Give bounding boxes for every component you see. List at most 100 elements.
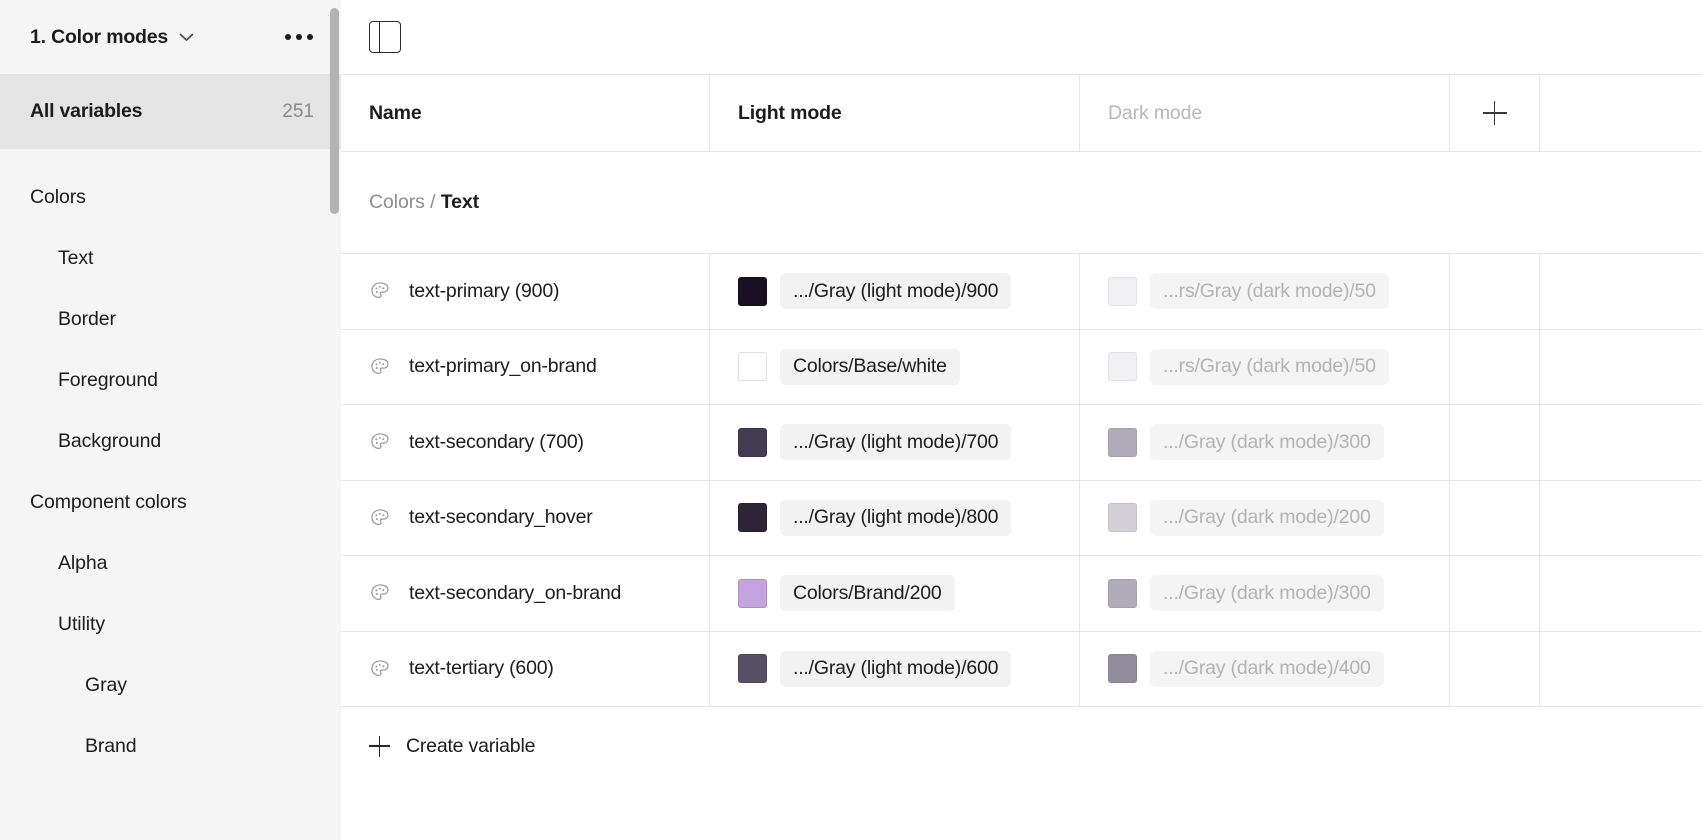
sidebar-scrollbar[interactable] bbox=[328, 8, 341, 832]
cell-variable-name[interactable]: text-primary (900) bbox=[341, 254, 710, 329]
sidebar-group-list: Colors Text Border Foreground Background… bbox=[0, 149, 341, 840]
plus-icon bbox=[1482, 101, 1507, 125]
sidebar-item-brand[interactable]: Brand bbox=[0, 716, 341, 777]
column-header-filler bbox=[1540, 75, 1702, 151]
variables-table-panel: Name Light mode Dark mode Colors / Text … bbox=[341, 0, 1702, 840]
sidebar-item-label: Text bbox=[58, 247, 94, 269]
table-header-row: Name Light mode Dark mode bbox=[341, 74, 1702, 152]
sidebar-header: 1. Color modes bbox=[0, 0, 341, 74]
chevron-down-icon[interactable] bbox=[179, 32, 194, 42]
variables-table: Name Light mode Dark mode Colors / Text … bbox=[341, 74, 1702, 840]
group-breadcrumb-row: Colors / Text bbox=[341, 152, 1702, 254]
cell-filler bbox=[1540, 405, 1702, 480]
sidebar-item-gray[interactable]: Gray bbox=[0, 655, 341, 716]
color-swatch bbox=[1108, 427, 1137, 457]
sidebar-item-text[interactable]: Text bbox=[0, 228, 341, 289]
value-alias-pill[interactable]: .../Gray (dark mode)/300 bbox=[1150, 424, 1384, 461]
value-alias-pill[interactable]: ...rs/Gray (dark mode)/50 bbox=[1150, 273, 1389, 310]
cell-variable-name[interactable]: text-primary_on-brand bbox=[341, 329, 710, 404]
sidebar-item-utility[interactable]: Utility bbox=[0, 594, 341, 655]
cell-light-mode-value[interactable]: .../Gray (light mode)/600 bbox=[710, 631, 1080, 706]
dot bbox=[307, 34, 313, 40]
sidebar-item-label: Alpha bbox=[58, 552, 108, 574]
table-row[interactable]: text-tertiary (600) .../Gray (light mode… bbox=[341, 631, 1702, 707]
table-row[interactable]: text-secondary_on-brand Colors/Brand/200… bbox=[341, 556, 1702, 632]
cell-light-mode-value[interactable]: Colors/Brand/200 bbox=[710, 556, 1080, 631]
palette-icon bbox=[371, 509, 389, 525]
cell-variable-name[interactable]: text-tertiary (600) bbox=[341, 631, 710, 706]
color-swatch bbox=[738, 578, 767, 608]
table-row[interactable]: text-secondary_hover .../Gray (light mod… bbox=[341, 480, 1702, 556]
value-alias-pill[interactable]: .../Gray (light mode)/800 bbox=[780, 499, 1012, 536]
sidebar-item-foreground[interactable]: Foreground bbox=[0, 350, 341, 411]
sidebar-item-alpha[interactable]: Alpha bbox=[0, 533, 341, 594]
value-alias-pill[interactable]: .../Gray (dark mode)/200 bbox=[1150, 499, 1384, 536]
breadcrumb[interactable]: Colors / Text bbox=[369, 191, 479, 214]
value-alias-pill[interactable]: .../Gray (light mode)/700 bbox=[780, 424, 1012, 461]
column-header-name[interactable]: Name bbox=[341, 75, 710, 151]
sidebar-item-background[interactable]: Background bbox=[0, 411, 341, 472]
sidebar-toggle-icon[interactable] bbox=[369, 21, 401, 53]
add-mode-button[interactable] bbox=[1450, 75, 1540, 151]
sidebar-item-all-variables[interactable]: All variables 251 bbox=[0, 74, 341, 149]
dot bbox=[296, 34, 302, 40]
cell-variable-name[interactable]: text-secondary_on-brand bbox=[341, 556, 710, 631]
cell-variable-name[interactable]: text-secondary (700) bbox=[341, 405, 710, 480]
value-alias-pill[interactable]: .../Gray (dark mode)/400 bbox=[1150, 650, 1384, 687]
cell-filler bbox=[1540, 254, 1702, 329]
collection-title[interactable]: 1. Color modes bbox=[30, 26, 168, 49]
sidebar-item-colors[interactable]: Colors bbox=[0, 167, 341, 228]
breadcrumb-leaf[interactable]: Text bbox=[441, 191, 479, 213]
cell-dark-mode-value[interactable]: ...rs/Gray (dark mode)/50 bbox=[1080, 254, 1450, 329]
cell-dark-mode-value[interactable]: .../Gray (dark mode)/200 bbox=[1080, 480, 1450, 555]
sidebar-item-label: Border bbox=[58, 308, 116, 330]
cell-dark-mode-value[interactable]: .../Gray (dark mode)/400 bbox=[1080, 631, 1450, 706]
value-alias-pill[interactable]: ...rs/Gray (dark mode)/50 bbox=[1150, 348, 1389, 385]
cell-light-mode-value[interactable]: .../Gray (light mode)/800 bbox=[710, 480, 1080, 555]
breadcrumb-separator: / bbox=[430, 191, 436, 213]
table-row[interactable]: text-primary (900) .../Gray (light mode)… bbox=[341, 254, 1702, 330]
breadcrumb-parent[interactable]: Colors bbox=[369, 191, 425, 213]
plus-icon bbox=[369, 735, 390, 757]
create-variable-label: Create variable bbox=[406, 734, 536, 757]
sidebar-item-label: Utility bbox=[58, 613, 105, 635]
sidebar-item-label: Component colors bbox=[30, 491, 187, 513]
color-swatch bbox=[1108, 352, 1137, 382]
cell-dark-mode-value[interactable]: .../Gray (dark mode)/300 bbox=[1080, 405, 1450, 480]
variable-name: text-secondary_hover bbox=[409, 506, 593, 529]
color-swatch bbox=[1108, 654, 1137, 684]
value-alias-pill[interactable]: Colors/Base/white bbox=[780, 348, 960, 385]
table-row[interactable]: text-secondary (700) .../Gray (light mod… bbox=[341, 405, 1702, 481]
cell-dark-mode-value[interactable]: ...rs/Gray (dark mode)/50 bbox=[1080, 329, 1450, 404]
sidebar-item-border[interactable]: Border bbox=[0, 289, 341, 350]
figma-variables-window: 1. Color modes All variables 251 Colors bbox=[0, 0, 1702, 840]
cell-dark-mode-value[interactable]: .../Gray (dark mode)/300 bbox=[1080, 556, 1450, 631]
variable-name: text-secondary (700) bbox=[409, 430, 584, 453]
palette-icon bbox=[371, 433, 389, 450]
cell-variable-name[interactable]: text-secondary_hover bbox=[341, 480, 710, 555]
cell-light-mode-value[interactable]: .../Gray (light mode)/700 bbox=[710, 405, 1080, 480]
column-header-name-label: Name bbox=[369, 101, 422, 124]
create-variable-button[interactable]: Create variable bbox=[341, 707, 1702, 785]
column-header-dark-mode[interactable]: Dark mode bbox=[1080, 75, 1450, 151]
value-alias-pill[interactable]: .../Gray (light mode)/900 bbox=[780, 273, 1012, 310]
color-swatch bbox=[1108, 578, 1137, 608]
cell-light-mode-value[interactable]: Colors/Base/white bbox=[710, 329, 1080, 404]
table-row[interactable]: text-primary_on-brand Colors/Base/white … bbox=[341, 329, 1702, 405]
value-alias-pill[interactable]: Colors/Brand/200 bbox=[780, 575, 955, 612]
sidebar-item-component-colors[interactable]: Component colors bbox=[0, 472, 341, 533]
column-header-light-mode-label: Light mode bbox=[738, 101, 842, 124]
palette-icon bbox=[371, 660, 389, 676]
column-header-light-mode[interactable]: Light mode bbox=[710, 75, 1080, 151]
color-swatch bbox=[738, 276, 767, 306]
more-horizontal-icon[interactable] bbox=[283, 28, 315, 46]
value-alias-pill[interactable]: .../Gray (light mode)/600 bbox=[780, 650, 1012, 687]
color-swatch bbox=[738, 654, 767, 684]
sidebar-scrollbar-thumb[interactable] bbox=[330, 8, 339, 214]
sidebar-item-label: Background bbox=[58, 430, 162, 452]
color-swatch bbox=[738, 352, 767, 382]
column-header-dark-mode-label: Dark mode bbox=[1108, 101, 1203, 124]
cell-filler bbox=[1540, 330, 1702, 405]
value-alias-pill[interactable]: .../Gray (dark mode)/300 bbox=[1150, 575, 1384, 612]
cell-light-mode-value[interactable]: .../Gray (light mode)/900 bbox=[710, 254, 1080, 329]
